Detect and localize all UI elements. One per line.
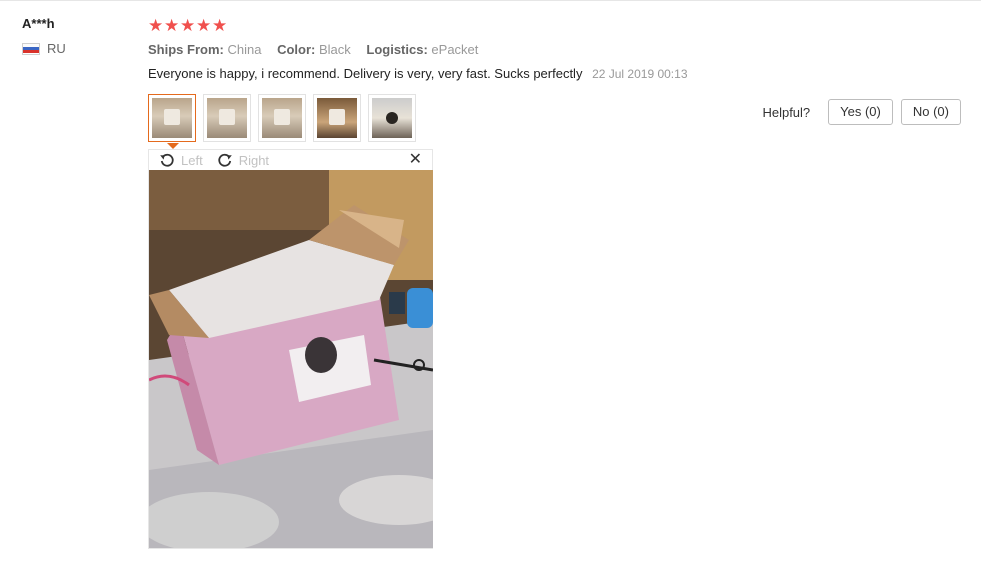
photo-viewer: Left Right ✕ bbox=[148, 149, 433, 549]
photo-thumbnail[interactable] bbox=[148, 94, 196, 149]
star-icon: ★ bbox=[180, 15, 196, 35]
russia-flag-icon bbox=[22, 42, 40, 55]
review-text-line: Everyone is happy, i recommend. Delivery… bbox=[148, 64, 961, 84]
star-icon: ★ bbox=[212, 15, 228, 35]
rotate-right-button[interactable]: Right bbox=[217, 152, 269, 168]
star-icon: ★ bbox=[196, 15, 212, 35]
review-text: Everyone is happy, i recommend. Delivery… bbox=[148, 66, 583, 81]
helpful-yes-button[interactable]: Yes (0) bbox=[828, 99, 893, 125]
photo-thumbnails bbox=[148, 94, 423, 149]
rotate-right-icon bbox=[218, 153, 232, 167]
star-rating: ★ ★ ★ ★ ★ bbox=[148, 15, 961, 35]
review-photo bbox=[149, 170, 433, 548]
review-photo-image bbox=[149, 170, 433, 548]
review-date: 22 Jul 2019 00:13 bbox=[592, 67, 688, 81]
review-body: ★ ★ ★ ★ ★ Ships From: China Color: Black… bbox=[148, 15, 961, 549]
star-icon: ★ bbox=[148, 15, 164, 35]
order-meta: Ships From: China Color: Black Logistics… bbox=[148, 40, 961, 60]
photo-thumbnail[interactable] bbox=[258, 94, 306, 142]
photo-thumbnail[interactable] bbox=[313, 94, 361, 142]
star-icon: ★ bbox=[164, 15, 180, 35]
helpful-label: Helpful? bbox=[762, 104, 811, 120]
country-code: RU bbox=[47, 41, 66, 56]
reviewer-country: RU bbox=[22, 41, 132, 56]
rotate-right-label: Right bbox=[238, 152, 270, 168]
logistics: Logistics: ePacket bbox=[366, 42, 479, 57]
ships-from: Ships From: China bbox=[148, 42, 262, 57]
photo-thumbnail[interactable] bbox=[368, 94, 416, 142]
reviewer-info: A***h RU bbox=[22, 15, 132, 56]
rotate-left-icon bbox=[160, 153, 174, 167]
reviewer-name: A***h bbox=[22, 16, 55, 31]
viewer-toolbar: Left Right ✕ bbox=[149, 150, 432, 170]
close-icon[interactable]: ✕ bbox=[409, 151, 422, 169]
color-option: Color: Black bbox=[277, 42, 351, 57]
rotate-left-button[interactable]: Left bbox=[159, 152, 203, 168]
review-card: A***h RU ★ ★ ★ ★ ★ Ships From: China Col… bbox=[0, 0, 981, 565]
rotate-left-label: Left bbox=[181, 152, 203, 168]
helpful-controls: Helpful? Yes (0) No (0) bbox=[762, 99, 961, 125]
photo-thumbnail[interactable] bbox=[203, 94, 251, 142]
helpful-no-button[interactable]: No (0) bbox=[900, 99, 961, 125]
